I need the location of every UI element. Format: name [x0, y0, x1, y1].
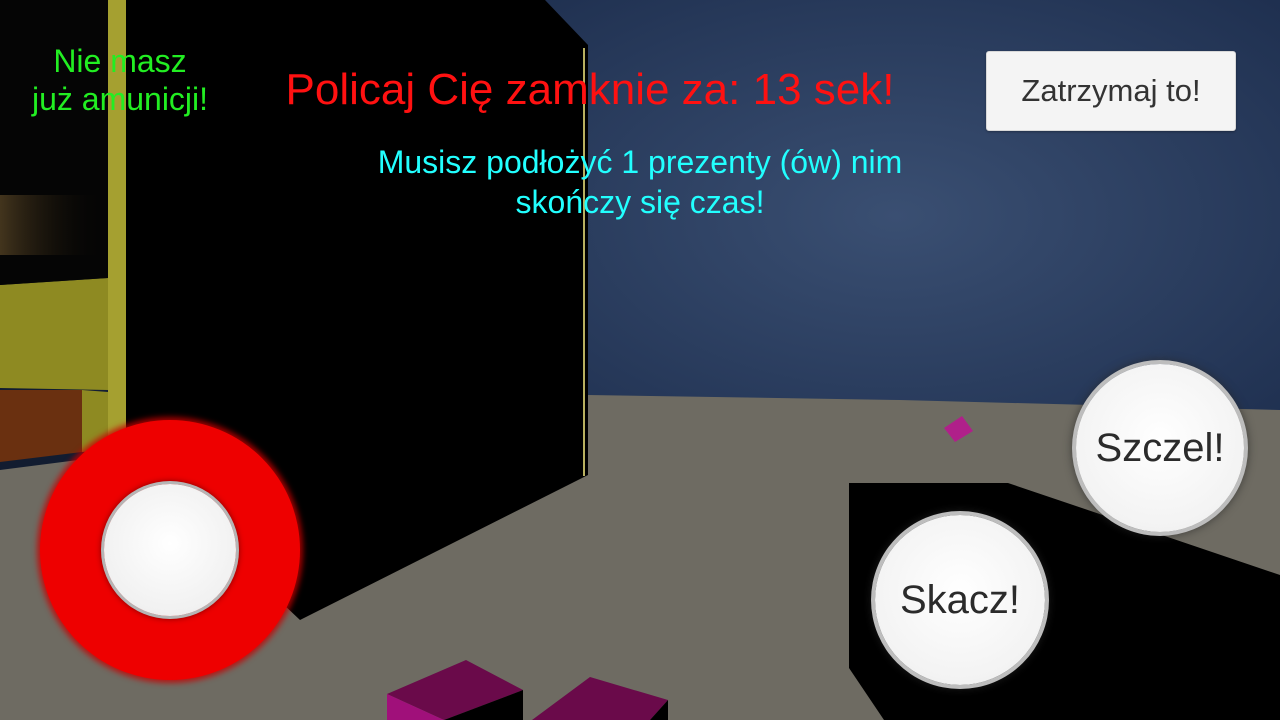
shoot-button[interactable]: Szczel!	[1076, 364, 1244, 532]
olive-wall	[0, 278, 108, 390]
objective-line2: skończy się czas!	[515, 184, 765, 220]
ammo-status: Nie masz już amunicji!	[10, 42, 230, 118]
ammo-status-line2: już amunicji!	[31, 81, 209, 117]
joystick-knob[interactable]	[104, 484, 236, 616]
brown-wall-segment	[0, 390, 82, 462]
pause-button[interactable]: Zatrzymaj to!	[986, 51, 1236, 131]
objective-line1: Musisz podłożyć 1 prezenty (ów) nim	[377, 144, 903, 180]
objective-message: Musisz podłożyć 1 prezenty (ów) nim skoń…	[310, 142, 970, 222]
window-glow	[0, 195, 108, 255]
virtual-joystick[interactable]	[40, 420, 300, 680]
jump-button[interactable]: Skacz!	[875, 515, 1045, 685]
ammo-status-line1: Nie masz	[53, 43, 187, 79]
police-timer: Policaj Cię zamknie za: 13 sek!	[285, 65, 895, 114]
